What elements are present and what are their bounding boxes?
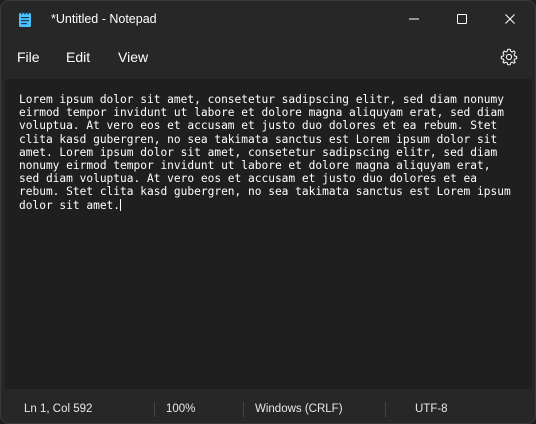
encoding[interactable]: UTF-8 [415, 403, 448, 415]
menu-bar: File Edit View [1, 37, 535, 77]
status-bar: Ln 1, Col 592 100% Windows (CRLF) UTF-8 [1, 393, 535, 423]
notepad-icon [19, 11, 31, 27]
window-title: *Untitled - Notepad [51, 12, 157, 26]
maximize-button[interactable] [439, 1, 485, 37]
menu-view[interactable]: View [118, 49, 148, 65]
text-caret [120, 198, 122, 211]
close-icon [505, 14, 515, 24]
minimize-button[interactable] [391, 1, 437, 37]
line-ending[interactable]: Windows (CRLF) [255, 403, 343, 415]
cursor-position: Ln 1, Col 592 [24, 403, 93, 415]
title-bar[interactable]: *Untitled - Notepad [1, 1, 535, 37]
zoom-level[interactable]: 100% [166, 403, 195, 415]
gear-icon[interactable] [499, 47, 519, 67]
notepad-window: *Untitled - Notepad File Edit View Lorem… [0, 0, 536, 424]
text-editor[interactable]: Lorem ipsum dolor sit amet, consetetur s… [5, 79, 532, 389]
status-divider [385, 402, 386, 417]
status-divider [154, 402, 155, 417]
maximize-icon [457, 14, 467, 24]
minimize-icon [409, 18, 419, 20]
menu-file[interactable]: File [17, 49, 40, 65]
status-divider [243, 402, 244, 417]
editor-text: Lorem ipsum dolor sit amet, consetetur s… [19, 93, 511, 212]
menu-edit[interactable]: Edit [66, 49, 90, 65]
close-button[interactable] [487, 1, 533, 37]
editor-content[interactable]: Lorem ipsum dolor sit amet, consetetur s… [19, 93, 534, 212]
